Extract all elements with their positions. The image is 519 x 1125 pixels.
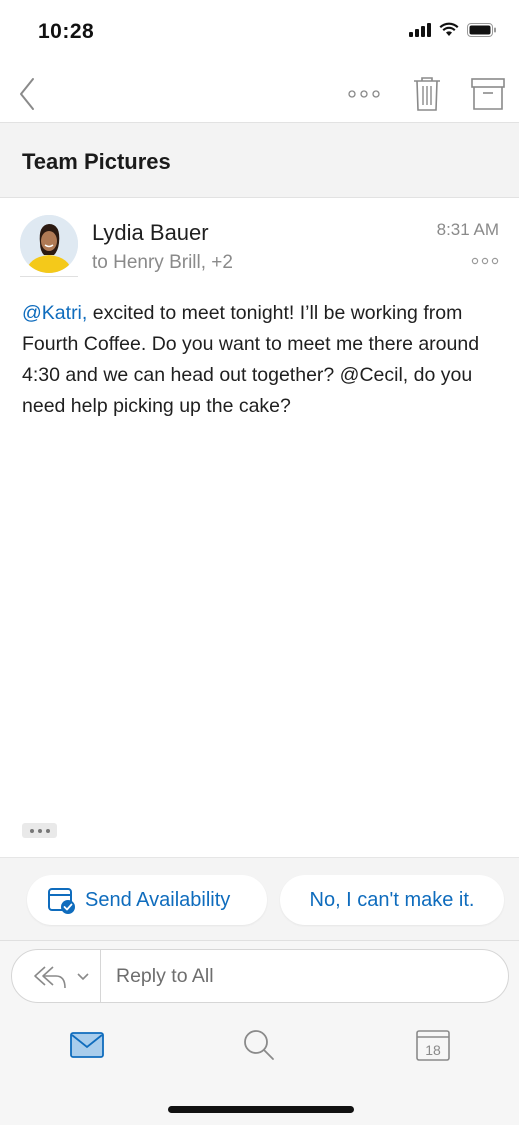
suggested-replies: Send Availability No, I can't make it. — [0, 857, 519, 941]
show-quoted-text-button[interactable] — [22, 823, 57, 838]
more-horizontal-icon — [348, 90, 380, 98]
message-header: Lydia Bauer to Henry Brill, +2 8:31 AM — [0, 198, 519, 278]
tab-search[interactable] — [239, 1025, 279, 1065]
trash-icon — [414, 77, 440, 111]
status-time: 10:28 — [38, 20, 95, 43]
reply-all-icon[interactable] — [32, 962, 68, 992]
reply-area: Reply to All 18 — [0, 941, 519, 1125]
more-horizontal-icon — [471, 257, 499, 265]
archive-icon — [471, 78, 505, 110]
send-availability-label: Send Availability — [85, 888, 231, 911]
archive-button[interactable] — [470, 76, 506, 112]
subject-bar: Team Pictures — [0, 122, 519, 198]
message-body: @Katri, excited to meet tonight! I’ll be… — [22, 298, 502, 422]
chevron-left-icon — [20, 78, 34, 110]
status-icons — [409, 22, 497, 37]
mail-icon — [70, 1032, 104, 1058]
reply-divider — [100, 950, 101, 1002]
signal-icon — [409, 22, 431, 37]
calendar-date: 18 — [425, 1042, 441, 1058]
sender-name: Lydia Bauer — [92, 220, 209, 245]
search-icon — [244, 1030, 274, 1060]
header-divider — [20, 276, 78, 277]
message-time: 8:31 AM — [436, 220, 499, 239]
recipients-line[interactable]: to Henry Brill, +2 — [92, 252, 233, 274]
decline-reply-chip[interactable]: No, I can't make it. — [280, 875, 504, 925]
back-button[interactable] — [12, 74, 42, 114]
tab-bar: 18 — [0, 1021, 519, 1071]
send-availability-chip[interactable]: Send Availability — [27, 875, 267, 925]
reply-input[interactable]: Reply to All — [11, 949, 509, 1003]
decline-reply-label: No, I can't make it. — [309, 888, 475, 911]
message-more-button[interactable] — [471, 256, 499, 266]
mention-link[interactable]: @Katri, — [22, 302, 87, 324]
tab-mail[interactable] — [67, 1025, 107, 1065]
more-horizontal-icon — [29, 828, 50, 833]
reply-placeholder: Reply to All — [116, 965, 214, 987]
message-toolbar — [0, 64, 519, 122]
calendar-check-icon — [48, 888, 75, 914]
delete-button[interactable] — [410, 74, 444, 114]
avatar-photo — [20, 215, 78, 273]
sender-avatar[interactable] — [20, 215, 78, 273]
message-body-text: excited to meet tonight! I’ll be working… — [22, 302, 480, 417]
calendar-icon: 18 — [416, 1030, 450, 1061]
tab-calendar[interactable]: 18 — [413, 1025, 453, 1065]
thread-subject: Team Pictures — [22, 149, 171, 174]
chevron-down-icon[interactable] — [76, 970, 90, 984]
wifi-icon — [439, 22, 459, 36]
battery-icon — [467, 22, 496, 37]
more-options-button[interactable] — [344, 82, 384, 106]
status-bar: 10:28 — [0, 0, 519, 64]
home-indicator — [168, 1106, 354, 1113]
